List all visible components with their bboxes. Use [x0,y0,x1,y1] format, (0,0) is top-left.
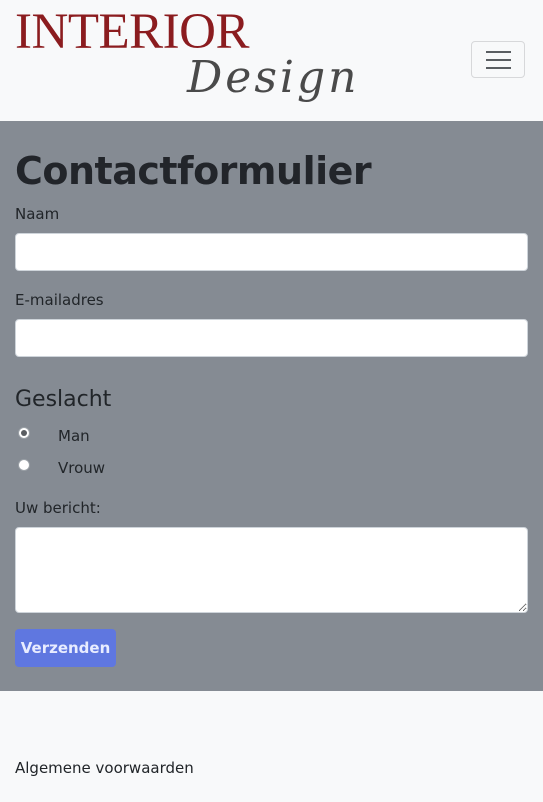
navbar: INTERIOR Design [0,0,543,121]
gender-heading: Geslacht [15,387,112,412]
gender-label-man: Man [58,427,90,445]
message-textarea[interactable] [15,527,528,613]
name-input[interactable] [15,233,528,271]
page-title: Contactformulier [15,149,372,193]
message-label: Uw bericht: [15,499,101,517]
gender-radio-man[interactable] [18,427,30,439]
name-label: Naam [15,205,60,223]
email-label: E-mailadres [15,291,104,309]
email-input[interactable] [15,319,528,357]
navbar-toggler-button[interactable] [471,41,525,78]
logo-line-design: Design [187,52,360,103]
brand-logo[interactable]: INTERIOR Design [15,6,365,114]
terms-link[interactable]: Algemene voorwaarden [15,758,194,778]
submit-button[interactable]: Verzenden [15,629,116,667]
hamburger-menu-icon [486,59,511,61]
gender-label-vrouw: Vrouw [58,459,106,477]
hamburger-menu-icon [486,67,511,69]
logo-line-interior: INTERIOR [15,4,249,60]
gender-radio-vrouw[interactable] [18,459,30,471]
hamburger-menu-icon [486,51,511,53]
